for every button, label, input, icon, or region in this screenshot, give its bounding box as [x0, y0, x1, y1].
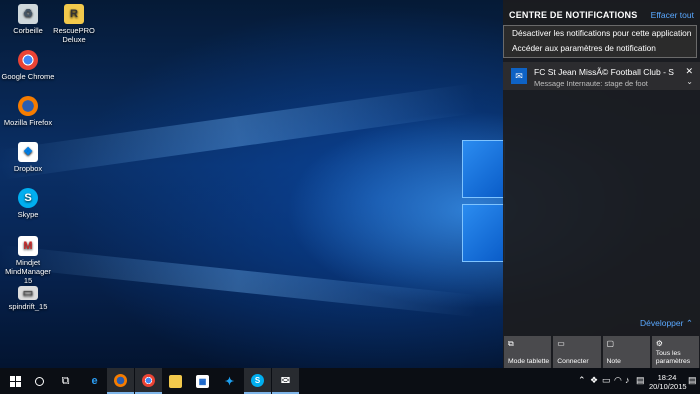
taskbar-skype[interactable]: S	[244, 368, 271, 394]
chrome-icon	[18, 50, 38, 70]
taskbar-clock[interactable]: 18:24 20/10/2015	[649, 373, 687, 391]
desktop-icon-dropbox[interactable]: ❖ Dropbox	[0, 142, 56, 173]
taskbar-file-explorer[interactable]	[162, 368, 189, 394]
desktop-icon-chrome[interactable]: Google Chrome	[0, 50, 56, 81]
quick-action-all-settings[interactable]: ⚙ Tous les paramètres	[651, 336, 699, 368]
desktop-screen: ♻ Corbeille R RescuePRO Deluxe Google Ch…	[0, 0, 700, 394]
quick-action-tablet-mode[interactable]: ⧉ Mode tablette	[504, 336, 552, 368]
quick-action-connect[interactable]: ▭ Connecter	[553, 336, 601, 368]
firefox-icon	[114, 373, 127, 387]
clock-date: 20/10/2015	[649, 382, 687, 391]
settings-icon: ⚙	[655, 339, 663, 348]
notification-context-menu: Désactiver les notifications pour cette …	[503, 25, 697, 58]
notification-item[interactable]: ✉ FC St Jean MissÃ© Football Club - S Me…	[503, 62, 700, 90]
chevron-down-icon[interactable]: ⌄	[686, 77, 693, 86]
mail-icon: ✉	[280, 374, 291, 387]
desktop-icon-skype[interactable]: S Skype	[0, 188, 56, 219]
quick-action-label: Mode tablette	[508, 357, 550, 365]
taskbar-mail[interactable]: ✉	[272, 368, 299, 394]
note-icon: ▢	[606, 339, 615, 348]
battery-icon[interactable]: ▭	[602, 375, 611, 386]
windows-start-icon	[10, 375, 21, 387]
chrome-icon	[142, 373, 155, 387]
desktop-icon-label: spindrift_15	[8, 302, 48, 311]
task-view-button[interactable]: ⧉	[52, 368, 79, 394]
notification-body: Message Internaute: stage de foot	[534, 79, 648, 88]
notification-title: FC St Jean MissÃ© Football Club - S	[534, 67, 674, 77]
desktop-icon-rescuepro[interactable]: R RescuePRO Deluxe	[46, 4, 102, 44]
tablet-mode-icon: ⧉	[508, 339, 514, 348]
desktop-icon-label: Google Chrome	[1, 72, 55, 81]
chevron-up-icon[interactable]: ⌃	[578, 375, 586, 386]
menu-item-notification-settings[interactable]: Accéder aux paramètres de notification	[504, 41, 696, 56]
taskbar-twitter[interactable]: ✦	[216, 368, 243, 394]
desktop-icon-spindrift[interactable]: ▭ spindrift_15	[0, 286, 56, 311]
desktop-icon-label: Corbeille	[13, 26, 43, 35]
twitter-icon: ✦	[224, 375, 235, 388]
quick-actions-bar: ⧉ Mode tablette ▭ Connecter ▢ Note ⚙ Tou…	[503, 336, 700, 368]
desktop-icon-label: RescuePRO Deluxe	[53, 26, 95, 44]
desktop-icon-mindmanager[interactable]: M Mindjet MindManager 15	[0, 236, 56, 285]
folder-icon	[169, 374, 182, 388]
mindmanager-icon: M	[18, 236, 38, 256]
skype-icon: S	[251, 373, 264, 387]
chevron-up-icon: ⌃	[685, 318, 693, 328]
expand-label: Développer	[640, 318, 684, 328]
windows-logo-graphic	[462, 140, 507, 265]
taskbar-store[interactable]: ▦	[189, 368, 216, 394]
clock-time: 18:24	[657, 373, 677, 382]
wifi-icon[interactable]: ◠	[614, 375, 622, 386]
connect-icon: ▭	[557, 339, 565, 348]
expand-quick-actions-link[interactable]: Développer ⌃	[640, 318, 693, 329]
light-beam	[0, 83, 478, 180]
desktop-icon-label: Skype	[17, 210, 39, 219]
volume-icon[interactable]: ♪	[625, 375, 630, 385]
taskbar: ⧉ e ▦ ✦ S ✉ ⌃ ❖ ▭ ◠ ♪ ▤ 18:24 20/10/2015…	[0, 368, 700, 394]
desktop-icon-label: Mozilla Firefox	[3, 118, 53, 127]
action-center-title: CENTRE DE NOTIFICATIONS	[509, 10, 638, 20]
firefox-icon	[18, 96, 38, 116]
edge-icon: e	[91, 375, 98, 387]
desktop-icon-label: Dropbox	[13, 164, 43, 173]
quick-action-label: Connecter	[557, 357, 589, 365]
recycle-bin-icon: ♻	[18, 4, 38, 24]
light-beam	[0, 245, 479, 318]
mail-icon: ✉	[511, 68, 527, 84]
action-center-icon[interactable]: ▤	[688, 375, 697, 386]
store-icon: ▦	[196, 374, 209, 388]
keyboard-icon[interactable]: ▤	[636, 375, 645, 386]
dropbox-tray-icon[interactable]: ❖	[590, 375, 598, 386]
cortana-button[interactable]	[26, 368, 53, 394]
taskbar-chrome[interactable]	[135, 368, 162, 394]
dropbox-icon: ❖	[18, 142, 38, 162]
task-view-icon: ⧉	[61, 374, 70, 387]
taskbar-edge[interactable]: e	[81, 368, 108, 394]
start-button[interactable]	[2, 368, 29, 394]
close-icon[interactable]: ✕	[685, 66, 693, 77]
desktop-icon-label: Mindjet MindManager 15	[5, 258, 51, 285]
quick-action-label: Tous les paramètres	[655, 350, 691, 365]
rescuepro-icon: R	[64, 4, 84, 24]
menu-item-disable-notifications[interactable]: Désactiver les notifications pour cette …	[504, 26, 696, 41]
quick-action-label: Note	[606, 357, 621, 365]
skype-icon: S	[18, 188, 38, 208]
quick-action-note[interactable]: ▢ Note	[602, 336, 650, 368]
taskbar-firefox[interactable]	[107, 368, 134, 394]
cortana-icon	[35, 376, 44, 386]
desktop-icon-firefox[interactable]: Mozilla Firefox	[0, 96, 56, 127]
clear-all-link[interactable]: Effacer tout	[651, 10, 694, 20]
file-icon: ▭	[18, 286, 38, 300]
